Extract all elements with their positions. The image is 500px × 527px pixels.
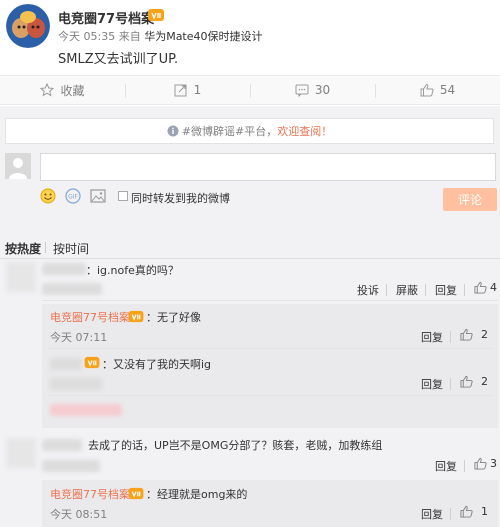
post-meta: 今天 05:35 来自 华为Mate40保时捷设计 [58, 28, 263, 44]
like-button[interactable]: 54 [375, 76, 500, 104]
row-separator [464, 460, 465, 472]
comment-like-count: 4 [490, 281, 497, 294]
repost-button[interactable]: 1 [125, 76, 250, 104]
tab-sort-hot[interactable]: 按热度 [5, 240, 41, 257]
reply-button[interactable]: 回复 [421, 376, 443, 392]
reply-content: ：经理就是omg来的 [146, 488, 248, 501]
reply-button[interactable]: 回复 [421, 506, 443, 522]
comment-like-button[interactable]: 1 [460, 505, 488, 518]
vip-badge-icon [84, 356, 100, 372]
row-separator [386, 284, 387, 296]
comment-text: 去成了的话，UP岂不是OMG分部了？赅套，老贼，加教练组 [88, 439, 383, 452]
thumbs-up-icon [460, 375, 473, 388]
reply-content: ：又没有了我的天啊ig [102, 358, 212, 371]
post-content: SMLZ又去试训了UP. [58, 52, 179, 67]
reply-button[interactable]: 回复 [435, 458, 457, 474]
sort-divider [45, 242, 46, 253]
reply-content: ：无了好像 [146, 311, 201, 324]
vip-badge-icon [128, 310, 144, 326]
comment-count: 30 [314, 83, 331, 97]
commenter-name[interactable] [42, 263, 86, 275]
thumbs-up-icon [460, 328, 473, 341]
row-separator [450, 331, 451, 343]
vip-badge-icon [148, 8, 164, 22]
more-replies-link[interactable] [50, 404, 122, 416]
thumbs-up-icon [460, 505, 473, 518]
reply-text: 电竞圈77号档案 [50, 486, 130, 502]
comment-like-button[interactable]: 3 [474, 457, 497, 470]
thumbs-up-icon [474, 457, 487, 470]
comment-like-count: 1 [481, 505, 488, 518]
star-icon [40, 83, 55, 97]
from-label: 来自 [118, 30, 141, 43]
commenter-avatar[interactable] [6, 438, 36, 468]
repost-count: 1 [193, 83, 202, 97]
notice-text: #微博辟谣#平台， [181, 125, 278, 138]
reply-time: 今天 07:11 [50, 331, 108, 344]
comment-time [42, 460, 100, 472]
comment-divider [42, 300, 498, 301]
comment-icon [295, 84, 309, 97]
row-separator [450, 378, 451, 390]
repost-checkbox-label[interactable]: 同时转发到我的微博 [131, 190, 230, 206]
rumor-notice[interactable]: #微博辟谣#平台， 欢迎查阅！ [5, 118, 494, 144]
row-separator [464, 284, 465, 296]
repost-checkbox[interactable] [118, 191, 128, 201]
row-separator [450, 508, 451, 520]
comment-like-count: 2 [481, 375, 488, 388]
reply-author[interactable]: 电竞圈77号档案 [50, 488, 130, 501]
comment-text: ：ig.nofe真的吗？ [86, 264, 179, 277]
comment-like-count: 2 [481, 328, 488, 341]
reply-time: 今天 08:51 [50, 508, 108, 521]
reply-button[interactable]: 回复 [435, 282, 457, 298]
commenter-avatar[interactable] [6, 262, 36, 292]
collect-label: 收藏 [60, 83, 85, 98]
thumbs-up-icon [420, 83, 434, 97]
row-separator [425, 284, 426, 296]
info-icon [167, 125, 179, 137]
repost-icon [174, 84, 187, 97]
comment-button[interactable]: 30 [250, 76, 375, 104]
report-button[interactable]: 投诉 [357, 282, 379, 298]
reply-author[interactable] [50, 358, 82, 370]
reply-author[interactable]: 电竞圈77号档案 [50, 311, 130, 324]
block-button[interactable]: 屏蔽 [396, 282, 418, 298]
post-header: 电竞圈77号档案 今天 05:35 来自 华为Mate40保时捷设计 SMLZ又… [0, 0, 500, 75]
like-count: 54 [439, 83, 456, 97]
comment-like-count: 3 [490, 457, 497, 470]
reply-time [50, 378, 102, 390]
comment-like-button[interactable]: 2 [460, 375, 488, 388]
reply-divider [48, 395, 492, 396]
post-time[interactable]: 今天 05:35 [58, 30, 115, 43]
author-avatar[interactable] [6, 4, 50, 48]
comment-input[interactable] [40, 153, 496, 181]
current-user-avatar [5, 153, 31, 179]
notice-link[interactable]: 欢迎查阅！ [277, 123, 332, 139]
emoji-icon[interactable] [40, 188, 56, 207]
tab-underline [0, 258, 500, 259]
image-icon[interactable] [90, 188, 106, 207]
svg-text:GIF: GIF [68, 194, 78, 201]
action-bar: 收藏 1 30 54 [0, 75, 500, 105]
comment-like-button[interactable]: 2 [460, 328, 488, 341]
tab-sort-time[interactable]: 按时间 [53, 240, 89, 257]
comment-like-button[interactable]: 4 [474, 281, 497, 294]
submit-comment-button[interactable]: 评论 [443, 188, 497, 211]
post-device[interactable]: 华为Mate40保时捷设计 [144, 30, 262, 43]
vip-badge-icon [128, 487, 144, 503]
reply-button[interactable]: 回复 [421, 329, 443, 345]
gif-icon[interactable]: GIF [65, 188, 81, 207]
commenter-name[interactable] [42, 439, 82, 451]
reply-divider [48, 348, 492, 349]
reply-text: 电竞圈77号档案 [50, 309, 130, 325]
collect-button[interactable]: 收藏 [0, 76, 125, 104]
comment-time [42, 283, 102, 295]
author-name[interactable]: 电竞圈77号档案 [58, 8, 154, 27]
thumbs-up-icon [474, 281, 487, 294]
